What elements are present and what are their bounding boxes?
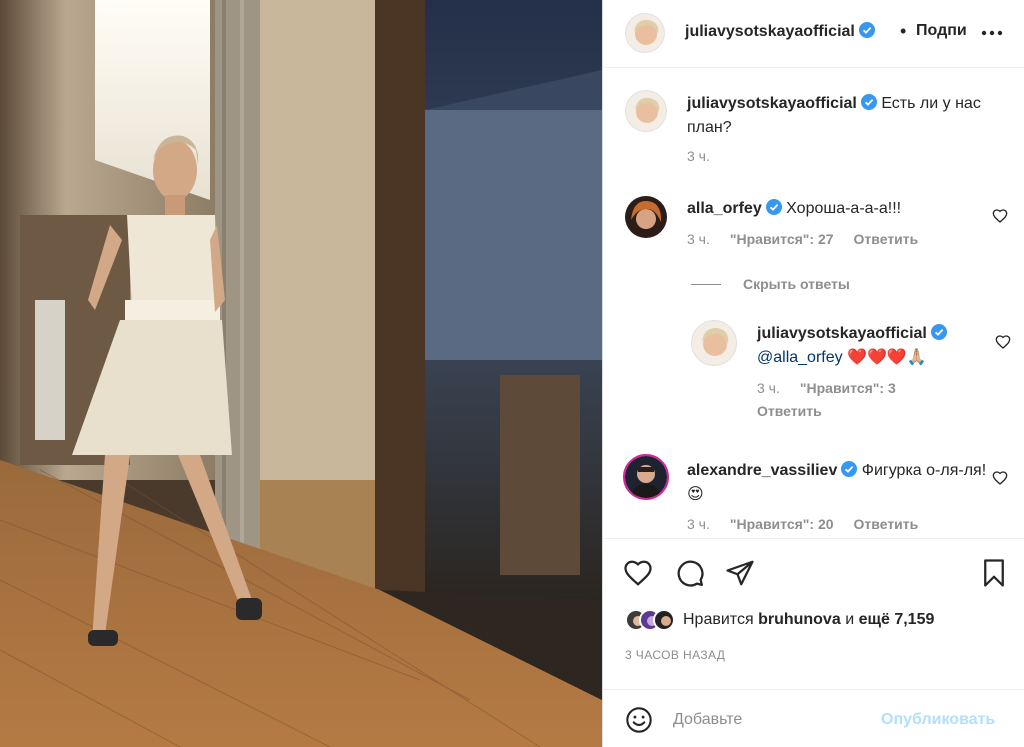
post-sidebar: juliavysotskayaofficial • Подписаться ju…: [602, 0, 1024, 747]
reply-reply-button[interactable]: Ответить: [757, 403, 822, 419]
comment-time: 3 ч.: [687, 516, 710, 532]
verified-icon: [930, 324, 947, 340]
hide-replies-label: Скрыть ответы: [743, 276, 850, 292]
comment-time: 3 ч.: [687, 231, 710, 247]
likes-text[interactable]: Нравится bruhunova и ещё 7,159: [683, 611, 934, 629]
replies-divider: [691, 283, 721, 285]
caption-username[interactable]: juliavysotskayaofficial: [687, 95, 857, 112]
commenter-username[interactable]: alexandre_vassiliev: [687, 462, 837, 479]
bookmark-icon[interactable]: [979, 558, 1009, 588]
comment-meta: 3 ч. "Нравится": 20 Ответить: [687, 516, 918, 532]
reply-meta-2: Ответить: [757, 403, 822, 419]
comment-meta: 3 ч. "Нравится": 27 Ответить: [687, 231, 918, 247]
reply-button[interactable]: Ответить: [854, 516, 919, 532]
share-icon[interactable]: [725, 558, 755, 588]
follow-button[interactable]: Подписаться: [916, 22, 966, 40]
hide-replies-toggle[interactable]: Скрыть ответы: [691, 276, 850, 292]
likes-summary: Нравится bruhunova и ещё 7,159: [625, 606, 934, 634]
reply-text: juliavysotskayaofficial @alla_orfey ❤️❤️…: [757, 322, 987, 370]
reply-emoji: ❤️❤️❤️🙏🏼: [847, 349, 927, 366]
comment-input[interactable]: [673, 707, 913, 733]
separator-dot: •: [900, 21, 907, 41]
comment-like-icon[interactable]: [992, 208, 1008, 224]
publish-button[interactable]: Опубликовать: [881, 711, 995, 729]
commenter-avatar[interactable]: [625, 196, 667, 238]
verified-icon: [841, 461, 858, 477]
post-time-ago[interactable]: 3 ЧАСОВ НАЗАД: [625, 648, 725, 662]
comment-likes[interactable]: "Нравится": 27: [730, 231, 834, 247]
reply-button[interactable]: Ответить: [854, 231, 919, 247]
add-comment-bar: Опубликовать: [603, 689, 1024, 747]
comments-list[interactable]: juliavysotskayaofficial Есть ли у нас пл…: [603, 68, 1024, 538]
heart-icon[interactable]: [623, 558, 653, 588]
caption-meta: 3 ч.: [687, 148, 710, 164]
caption-time: 3 ч.: [687, 148, 710, 164]
reply-like-icon[interactable]: [995, 334, 1011, 350]
comment-icon[interactable]: [675, 558, 705, 588]
author-username[interactable]: juliavysotskayaofficial: [685, 22, 875, 41]
comment-text: alla_orfey Хороша-а-а-а!!!: [687, 199, 902, 217]
post-modal: juliavysotskayaofficial • Подписаться ju…: [0, 0, 1024, 747]
reply-likes[interactable]: "Нравится": 3: [800, 380, 896, 396]
commenter-avatar[interactable]: [623, 454, 669, 500]
liker-avatar: [653, 609, 675, 631]
verified-icon: [765, 199, 782, 215]
reply-time: 3 ч.: [757, 380, 780, 396]
author-avatar[interactable]: [625, 13, 665, 53]
photo-illustration: [0, 0, 602, 747]
mention-link[interactable]: @alla_orfey: [757, 349, 843, 366]
comment-text: alexandre_vassiliev Фигурка о-ля-ля!😍: [687, 461, 987, 503]
post-photo[interactable]: [0, 0, 602, 747]
more-icon[interactable]: [979, 20, 1005, 46]
comment-like-icon[interactable]: [992, 470, 1008, 486]
reply-author-avatar[interactable]: [691, 320, 737, 366]
emoji-icon[interactable]: [625, 706, 653, 734]
caption-author-avatar[interactable]: [625, 90, 667, 132]
caption-text: juliavysotskayaofficial Есть ли у нас пл…: [687, 94, 981, 136]
reply-username[interactable]: juliavysotskayaofficial: [757, 325, 927, 342]
action-bar: [603, 538, 1024, 608]
post-header: juliavysotskayaofficial • Подписаться: [603, 0, 1024, 68]
reply-meta: 3 ч. "Нравится": 3: [757, 380, 896, 396]
verified-icon: [858, 22, 875, 38]
commenter-username[interactable]: alla_orfey: [687, 200, 762, 217]
comment-likes[interactable]: "Нравится": 20: [730, 516, 834, 532]
verified-icon: [860, 94, 877, 110]
